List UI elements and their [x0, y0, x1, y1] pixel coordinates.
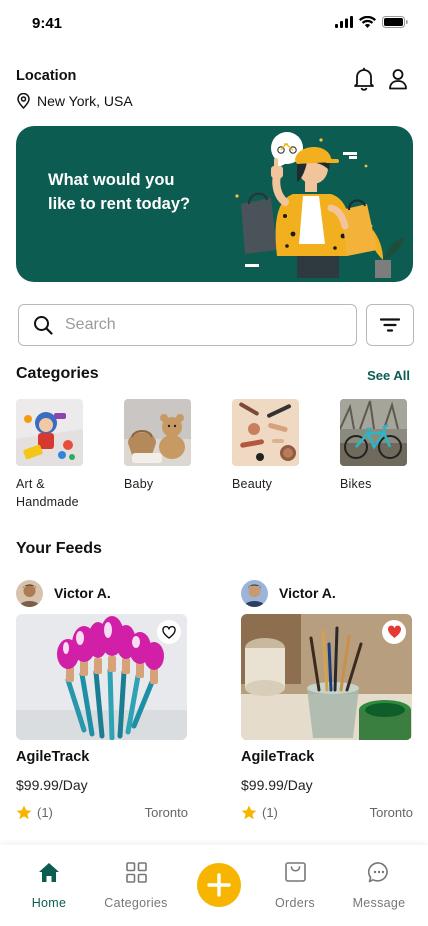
- favorite-button[interactable]: [157, 620, 181, 644]
- category-image: [16, 399, 83, 466]
- feed-city: Toronto: [369, 805, 413, 820]
- feed-user[interactable]: Victor A.: [241, 579, 413, 607]
- feed-user-name: Victor A.: [54, 585, 111, 601]
- feed-user-name: Victor A.: [279, 585, 336, 601]
- promo-banner[interactable]: What would you like to rent today?: [16, 126, 413, 282]
- signal-icon: [335, 16, 353, 28]
- grid-icon: [125, 862, 147, 883]
- feed-city: Toronto: [144, 805, 188, 820]
- category-label: Art & Handmade: [16, 477, 79, 509]
- feed-card[interactable]: Victor A. AgileTrack $99.99/Day (1) Toro…: [16, 579, 188, 820]
- tab-label: Message: [352, 896, 406, 910]
- feed-card[interactable]: Victor A. AgileTrack $99.99/Day (1) Toro…: [241, 579, 413, 820]
- feed-image[interactable]: [16, 614, 187, 740]
- rating: (1): [16, 805, 53, 820]
- notification-button[interactable]: [352, 66, 376, 92]
- tab-categories[interactable]: Categories: [93, 862, 179, 910]
- category-beauty[interactable]: Beauty: [232, 399, 322, 493]
- status-bar: 9:41: [0, 0, 428, 48]
- feed-title: AgileTrack: [16, 749, 90, 765]
- feed-meta: (1) Toronto: [16, 805, 188, 820]
- categories-title: Categories: [16, 365, 99, 382]
- see-all-link[interactable]: See All: [367, 368, 410, 383]
- location-row[interactable]: New York, USA: [16, 93, 133, 109]
- bell-icon: [354, 67, 374, 91]
- tab-label: Categories: [104, 896, 168, 910]
- category-bikes[interactable]: Bikes: [340, 399, 428, 493]
- star-icon: [16, 805, 32, 820]
- feed-image[interactable]: [241, 614, 412, 740]
- profile-button[interactable]: [386, 66, 410, 92]
- search-box[interactable]: [18, 304, 357, 346]
- plus-icon: [207, 873, 231, 897]
- search-input[interactable]: [65, 316, 325, 334]
- category-image: [124, 399, 191, 466]
- bottom-tab-bar: Home Categories Orders Message: [0, 845, 428, 926]
- location-title: Location: [16, 68, 77, 84]
- category-label: Beauty: [232, 477, 273, 491]
- category-image: [340, 399, 407, 466]
- wifi-icon: [359, 16, 376, 28]
- feed-user[interactable]: Victor A.: [16, 579, 188, 607]
- add-listing-button[interactable]: [197, 863, 241, 907]
- banner-text: What would you like to rent today?: [48, 171, 191, 213]
- category-label: Bikes: [340, 477, 372, 491]
- feed-meta: (1) Toronto: [241, 805, 413, 820]
- star-icon: [241, 805, 257, 820]
- avatar: [16, 579, 43, 607]
- battery-icon: [382, 16, 408, 28]
- chat-icon: [368, 862, 388, 883]
- category-label: Baby: [124, 477, 154, 491]
- banner-illustration: [235, 132, 405, 278]
- user-icon: [389, 69, 407, 90]
- tab-label: Home: [31, 896, 67, 910]
- favorite-button[interactable]: [382, 620, 406, 644]
- category-art-handmade[interactable]: Art & Handmade: [16, 399, 106, 511]
- feeds-title: Your Feeds: [16, 540, 102, 557]
- feed-title: AgileTrack: [241, 749, 315, 765]
- heart-outline-icon: [162, 625, 176, 639]
- location-pin-icon: [17, 93, 30, 109]
- header-actions: [352, 66, 410, 92]
- avatar: [241, 579, 268, 607]
- rating-count: (1): [262, 805, 278, 820]
- heart-filled-icon: [387, 625, 401, 638]
- rating: (1): [241, 805, 278, 820]
- tab-label: Orders: [274, 896, 315, 910]
- filter-button[interactable]: [366, 304, 414, 346]
- rating-count: (1): [37, 805, 53, 820]
- feed-price: $99.99/Day: [16, 777, 88, 793]
- status-time: 9:41: [32, 15, 63, 32]
- category-image: [232, 399, 299, 466]
- home-icon: [39, 863, 59, 882]
- tab-orders[interactable]: Orders: [252, 862, 338, 910]
- tab-home[interactable]: Home: [6, 862, 92, 910]
- box-icon: [284, 862, 306, 882]
- tab-message[interactable]: Message: [336, 862, 422, 910]
- status-icons: [335, 16, 408, 28]
- filter-icon: [380, 318, 400, 332]
- location-value: New York, USA: [37, 93, 133, 109]
- category-baby[interactable]: Baby: [124, 399, 214, 493]
- search-icon: [34, 316, 53, 335]
- feed-price: $99.99/Day: [241, 777, 313, 793]
